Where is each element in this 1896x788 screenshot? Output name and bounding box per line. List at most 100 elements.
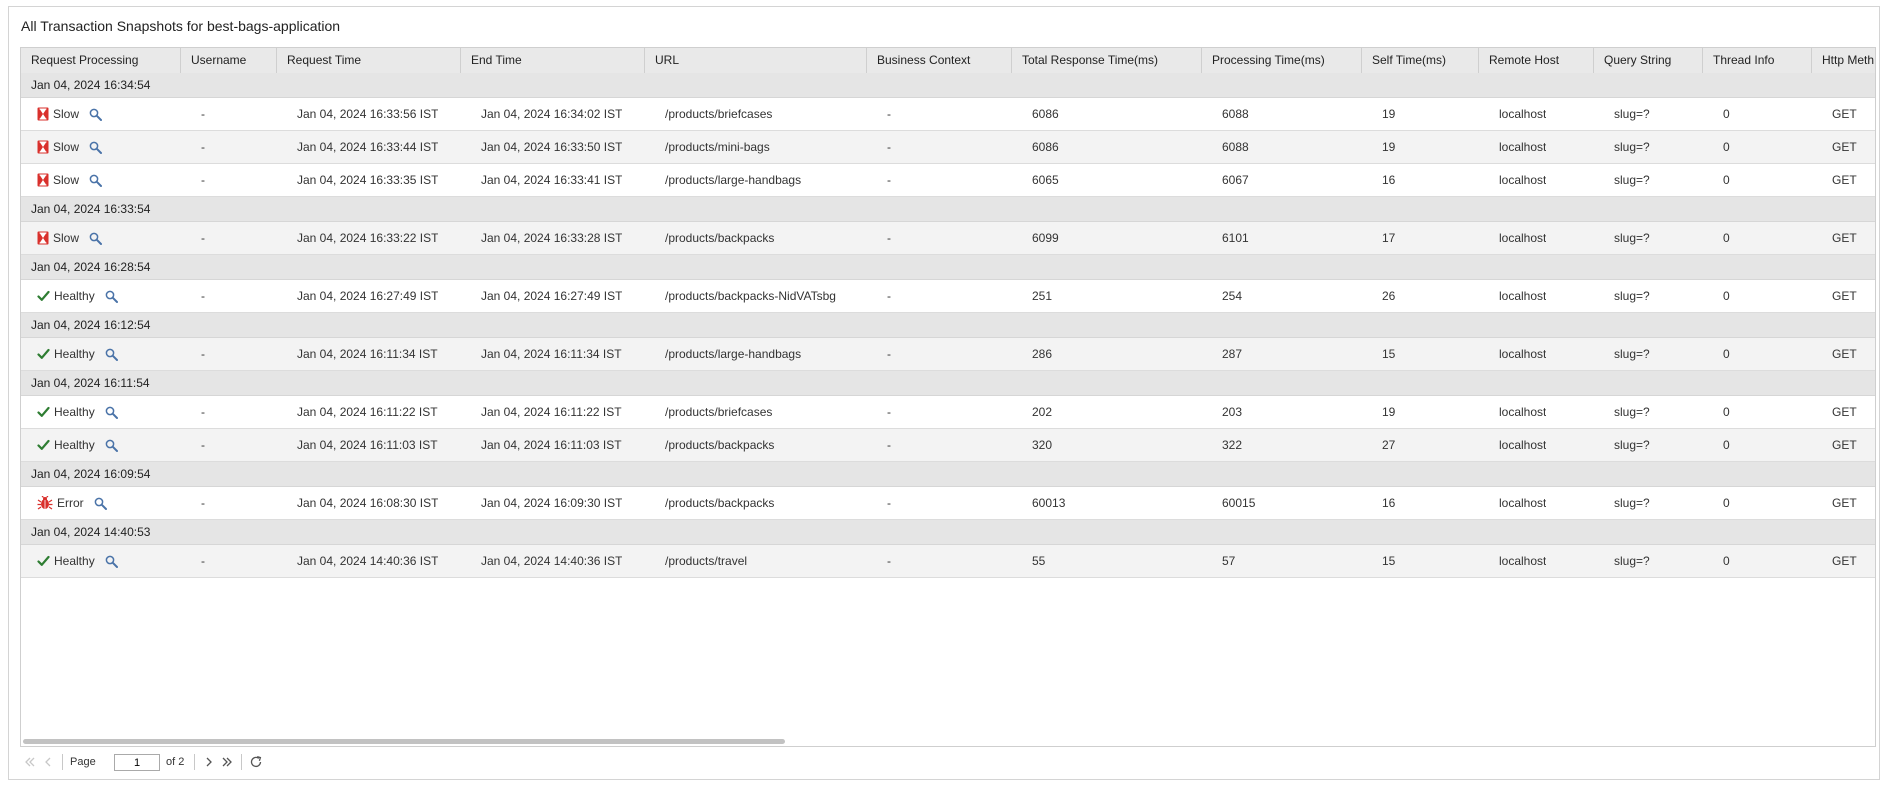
business-context-cell: - <box>887 496 891 510</box>
search-icon[interactable] <box>89 141 103 154</box>
table-row[interactable]: Slow - Jan 04, 2024 16:33:35 IST Jan 04, 20… <box>21 164 1875 197</box>
grid-body: Jan 04, 2024 16:34:54 Slow - Jan 04, 2024 1… <box>21 73 1875 578</box>
username-cell: - <box>201 107 205 121</box>
search-icon[interactable] <box>89 174 103 187</box>
thread-info-cell: 0 <box>1723 173 1730 187</box>
query-string-cell: slug=? <box>1614 438 1650 452</box>
processing-time-cell: 57 <box>1222 554 1236 568</box>
self-time-cell: 16 <box>1382 173 1396 187</box>
username-cell: - <box>201 289 205 303</box>
username-cell: - <box>201 438 205 452</box>
column-header-username[interactable]: Username <box>181 48 277 73</box>
table-row[interactable]: Error - Jan 04, 2024 16:08:30 IST Jan 04, 2… <box>21 487 1875 520</box>
column-header-processing-time-ms[interactable]: Processing Time(ms) <box>1202 48 1362 73</box>
table-row[interactable]: Slow - Jan 04, 2024 16:33:22 IST Jan 04, 20… <box>21 222 1875 255</box>
http-method-cell: GET <box>1832 496 1857 510</box>
thread-info-cell: 0 <box>1723 496 1730 510</box>
search-icon[interactable] <box>105 348 118 361</box>
total-response-time-cell: 60013 <box>1032 496 1066 510</box>
remote-host-cell: localhost <box>1499 107 1547 121</box>
column-header-query-string[interactable]: Query String <box>1594 48 1703 73</box>
search-icon[interactable] <box>105 439 118 452</box>
column-header-request-time[interactable]: Request Time <box>277 48 461 73</box>
url-cell: /products/mini-bags <box>665 140 770 154</box>
total-response-time-cell: 6086 <box>1032 140 1059 154</box>
group-header[interactable]: Jan 04, 2024 16:12:54 <box>21 313 1875 338</box>
snapshots-panel: All Transaction Snapshots for best-bags-… <box>8 6 1880 780</box>
total-response-time-cell: 55 <box>1032 554 1046 568</box>
query-string-cell: slug=? <box>1614 173 1650 187</box>
group-header[interactable]: Jan 04, 2024 16:33:54 <box>21 197 1875 222</box>
last-page-icon[interactable] <box>219 753 235 771</box>
refresh-icon[interactable] <box>248 753 264 771</box>
status-label: Slow <box>53 107 80 121</box>
column-header-url[interactable]: URL <box>645 48 867 73</box>
search-icon[interactable] <box>94 497 107 510</box>
username-cell: - <box>201 554 205 568</box>
column-header-http-meth[interactable]: Http Meth <box>1812 48 1875 73</box>
column-header-self-time-ms[interactable]: Self Time(ms) <box>1362 48 1479 73</box>
url-cell: /products/travel <box>665 554 748 568</box>
page-label: Page <box>70 756 96 768</box>
url-cell: /products/backpacks-NidVATsbg <box>665 289 836 303</box>
thread-info-cell: 0 <box>1723 554 1730 568</box>
table-row[interactable]: Healthy - Jan 04, 2024 16:27:49 IST Jan 04,… <box>21 280 1875 313</box>
url-cell: /products/briefcases <box>665 405 773 419</box>
request-processing-cell: Healthy <box>37 429 118 461</box>
group-header[interactable]: Jan 04, 2024 16:34:54 <box>21 73 1875 98</box>
request-time-cell: Jan 04, 2024 16:33:44 IST <box>297 140 439 154</box>
search-icon[interactable] <box>89 108 103 121</box>
query-string-cell: slug=? <box>1614 107 1650 121</box>
query-string-cell: slug=? <box>1614 405 1650 419</box>
table-row[interactable]: Slow - Jan 04, 2024 16:33:44 IST Jan 04, 20… <box>21 131 1875 164</box>
column-header-end-time[interactable]: End Time <box>461 48 645 73</box>
request-processing-cell: Healthy <box>37 545 118 577</box>
table-row[interactable]: Healthy - Jan 04, 2024 16:11:03 IST Jan 04,… <box>21 429 1875 462</box>
column-header-business-context[interactable]: Business Context <box>867 48 1012 73</box>
column-header-total-response-time-ms[interactable]: Total Response Time(ms) <box>1012 48 1202 73</box>
processing-time-cell: 254 <box>1222 289 1243 303</box>
group-header[interactable]: Jan 04, 2024 14:40:53 <box>21 520 1875 545</box>
username-cell: - <box>201 347 205 361</box>
processing-time-cell: 203 <box>1222 405 1243 419</box>
search-icon[interactable] <box>105 406 118 419</box>
table-row[interactable]: Healthy - Jan 04, 2024 16:11:34 IST Jan 04,… <box>21 338 1875 371</box>
group-header[interactable]: Jan 04, 2024 16:28:54 <box>21 255 1875 280</box>
group-header[interactable]: Jan 04, 2024 16:11:54 <box>21 371 1875 396</box>
self-time-cell: 16 <box>1382 496 1396 510</box>
next-page-icon[interactable] <box>201 753 217 771</box>
first-page-icon[interactable] <box>22 753 38 771</box>
group-header[interactable]: Jan 04, 2024 16:09:54 <box>21 462 1875 487</box>
status-label: Slow <box>53 231 80 245</box>
prev-page-icon[interactable] <box>40 753 56 771</box>
search-icon[interactable] <box>105 555 118 568</box>
request-time-cell: Jan 04, 2024 16:27:49 IST <box>297 289 439 303</box>
end-time-cell: Jan 04, 2024 16:11:34 IST <box>481 347 622 361</box>
column-header-thread-info[interactable]: Thread Info <box>1703 48 1812 73</box>
end-time-cell: Jan 04, 2024 16:33:50 IST <box>481 140 623 154</box>
table-row[interactable]: Healthy - Jan 04, 2024 14:40:36 IST Jan 04,… <box>21 545 1875 578</box>
column-header-request-processing[interactable]: Request Processing <box>21 48 181 73</box>
grid-header: Request Processing Username Request Time En… <box>21 48 1875 74</box>
status-label: Healthy <box>54 405 95 419</box>
status-label: Slow <box>53 140 80 154</box>
query-string-cell: slug=? <box>1614 347 1650 361</box>
search-icon[interactable] <box>89 232 103 245</box>
table-row[interactable]: Healthy - Jan 04, 2024 16:11:22 IST Jan 04,… <box>21 396 1875 429</box>
request-time-cell: Jan 04, 2024 16:08:30 IST <box>297 496 439 510</box>
column-header-remote-host[interactable]: Remote Host <box>1479 48 1594 73</box>
search-icon[interactable] <box>105 290 118 303</box>
hourglass-icon <box>37 107 49 121</box>
hourglass-icon <box>37 140 49 154</box>
remote-host-cell: localhost <box>1499 140 1547 154</box>
http-method-cell: GET <box>1832 405 1857 419</box>
page-number-input[interactable] <box>114 754 160 771</box>
processing-time-cell: 322 <box>1222 438 1243 452</box>
snapshots-grid: Request Processing Username Request Time En… <box>20 47 1876 747</box>
status-label: Slow <box>53 173 80 187</box>
http-method-cell: GET <box>1832 231 1857 245</box>
table-row[interactable]: Slow - Jan 04, 2024 16:33:56 IST Jan 04, 20… <box>21 98 1875 131</box>
horizontal-scrollbar[interactable] <box>23 739 785 744</box>
processing-time-cell: 287 <box>1222 347 1243 361</box>
business-context-cell: - <box>887 438 891 452</box>
